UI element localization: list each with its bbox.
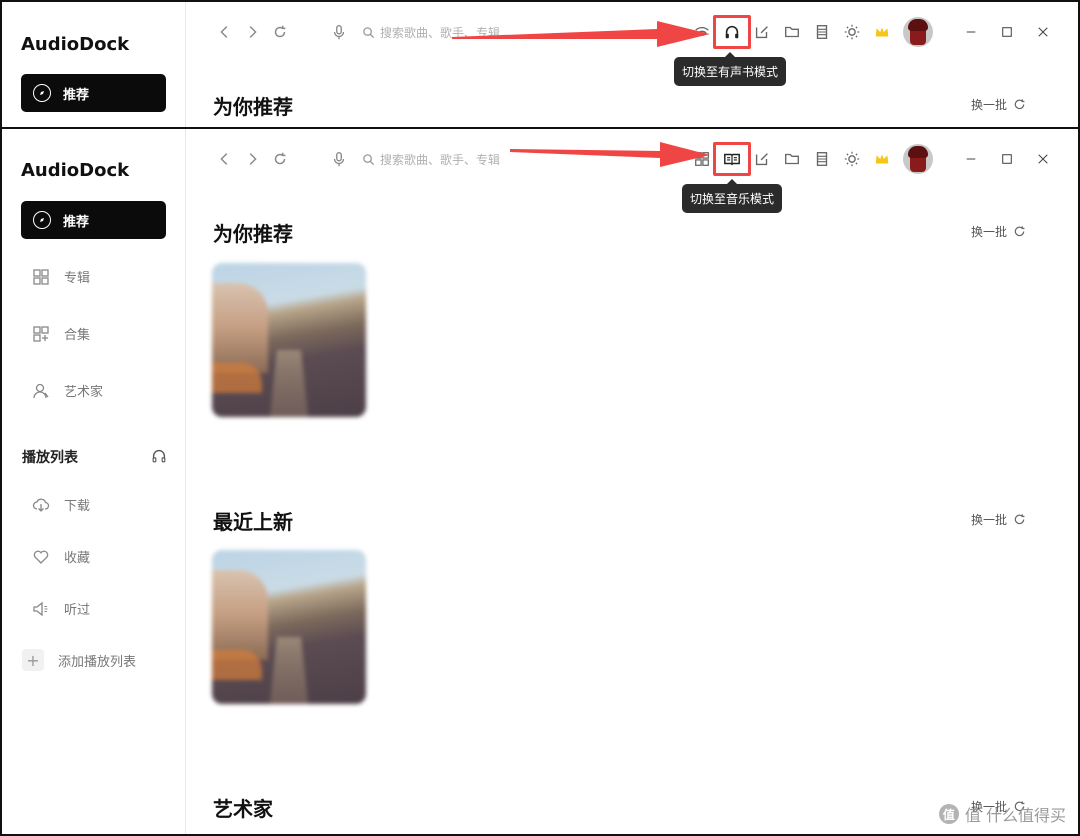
maximize-icon[interactable] [995, 147, 1019, 171]
close-icon[interactable] [1031, 20, 1055, 44]
forward-icon[interactable] [241, 21, 263, 43]
annotation-arrow [510, 142, 710, 167]
highlight-box [713, 142, 751, 176]
refresh-icon [1014, 226, 1025, 237]
crown-icon[interactable] [871, 148, 893, 170]
minimize-icon[interactable] [959, 20, 983, 44]
plus-icon: + [22, 649, 44, 671]
speaker-icon [32, 600, 50, 618]
sidebar-item-recommend[interactable]: 推荐 [21, 74, 166, 112]
sidebar-item-collections[interactable]: 合集 [32, 324, 90, 343]
add-playlist-label: 添加播放列表 [58, 654, 137, 670]
playlist-header: 播放列表 [22, 450, 78, 466]
highlight-box [713, 15, 751, 49]
mic-icon[interactable] [328, 21, 350, 43]
search-placeholder: 搜索歌曲、歌手、专辑 [380, 153, 501, 167]
sidebar-item-label: 推荐 [63, 214, 90, 230]
back-icon[interactable] [214, 21, 236, 43]
album-cover[interactable] [212, 550, 366, 704]
refresh-label: 换一批 [971, 225, 1008, 239]
refresh-button[interactable]: 换一批 [971, 223, 1026, 240]
app-title: AudioDock [21, 160, 130, 181]
edit-icon[interactable] [751, 148, 773, 170]
tooltip: 切换至有声书模式 [674, 52, 787, 86]
close-icon[interactable] [1031, 147, 1055, 171]
annotation-arrow [452, 21, 710, 47]
grid-icon [32, 268, 50, 286]
folder-icon[interactable] [781, 21, 803, 43]
refresh-icon [1014, 99, 1025, 110]
album-cover[interactable] [212, 263, 366, 417]
reload-icon[interactable] [269, 148, 291, 170]
reload-icon[interactable] [269, 21, 291, 43]
avatar[interactable] [903, 17, 933, 47]
minimize-icon[interactable] [959, 147, 983, 171]
sidebar-item-label: 专辑 [64, 271, 91, 286]
sidebar-item-favorites[interactable]: 收藏 [32, 547, 90, 566]
mic-icon[interactable] [328, 148, 350, 170]
bottom-window: AudioDock 推荐 专辑 合集 艺术家 播放列表 下载 收藏 听过 + 添… [0, 127, 1080, 836]
top-window: AudioDock 推荐 搜索歌曲、歌手、专辑 切换至有声书模式 为你推荐 换一… [0, 0, 1080, 130]
back-icon[interactable] [214, 148, 236, 170]
watermark-text: 值 什么值得买 [964, 806, 1066, 825]
sidebar-item-label: 艺术家 [64, 385, 104, 400]
tooltip: 切换至音乐模式 [682, 179, 783, 213]
compass-icon [33, 84, 51, 102]
sidebar-item-downloads[interactable]: 下载 [32, 495, 90, 514]
section-title: 艺术家 [213, 797, 273, 821]
watermark-logo-icon: 值 [938, 804, 959, 824]
search-icon [363, 154, 375, 166]
sidebar-item-albums[interactable]: 专辑 [32, 267, 90, 286]
section-title: 最近上新 [213, 510, 293, 534]
refresh-label: 换一批 [971, 513, 1008, 527]
sidebar: AudioDock 推荐 专辑 合集 艺术家 播放列表 下载 收藏 听过 + 添… [2, 129, 186, 834]
artist-icon [32, 382, 50, 400]
section-title: 为你推荐 [213, 222, 293, 246]
sidebar: AudioDock 推荐 [2, 2, 186, 128]
watermark: 值 值 什么值得买 [938, 802, 1066, 826]
refresh-button[interactable]: 换一批 [971, 511, 1026, 528]
sidebar-item-label: 合集 [64, 328, 91, 343]
refresh-icon [1014, 514, 1025, 525]
avatar[interactable] [903, 144, 933, 174]
sidebar-item-recommend[interactable]: 推荐 [21, 201, 166, 239]
sidebar-item-label: 下载 [64, 499, 91, 514]
forward-icon[interactable] [241, 148, 263, 170]
search-icon [363, 27, 375, 39]
folder-icon[interactable] [781, 148, 803, 170]
heart-icon [32, 548, 50, 566]
search-input[interactable]: 搜索歌曲、歌手、专辑 [362, 151, 500, 168]
maximize-icon[interactable] [995, 20, 1019, 44]
sun-icon[interactable] [841, 148, 863, 170]
add-playlist-button[interactable]: + 添加播放列表 [22, 649, 136, 671]
edit-icon[interactable] [751, 21, 773, 43]
compass-icon [33, 211, 51, 229]
film-icon[interactable] [811, 21, 833, 43]
headphones-icon[interactable] [148, 445, 170, 467]
cloud-download-icon [32, 496, 50, 514]
sidebar-item-label: 推荐 [63, 87, 90, 103]
sidebar-item-label: 听过 [64, 603, 91, 618]
crown-icon[interactable] [871, 21, 893, 43]
refresh-button[interactable]: 换一批 [971, 96, 1026, 113]
sidebar-item-artists[interactable]: 艺术家 [32, 381, 103, 400]
collection-icon [32, 325, 50, 343]
sidebar-item-history[interactable]: 听过 [32, 599, 90, 618]
section-title: 为你推荐 [213, 95, 293, 119]
film-icon[interactable] [811, 148, 833, 170]
app-title: AudioDock [21, 34, 130, 55]
sidebar-item-label: 收藏 [64, 551, 91, 566]
sun-icon[interactable] [841, 21, 863, 43]
refresh-label: 换一批 [971, 98, 1008, 112]
